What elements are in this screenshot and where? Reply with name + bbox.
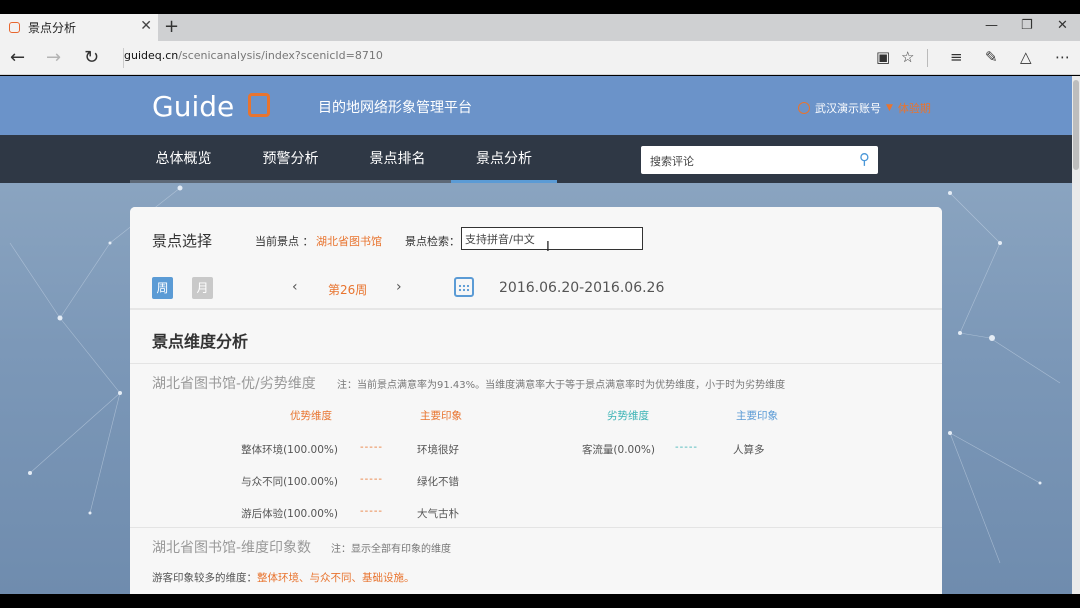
browser-tab[interactable]: 景点分析 ✕ bbox=[0, 14, 158, 41]
letterbox-top bbox=[0, 0, 1080, 14]
advantage-subtitle: 湖北省图书馆-优/劣势维度 bbox=[152, 376, 316, 392]
url-domain: guideq.cn bbox=[124, 49, 179, 62]
back-icon[interactable]: ← bbox=[10, 47, 25, 68]
favorite-star-icon[interactable]: ☆ bbox=[901, 48, 914, 66]
page-favicon-icon bbox=[9, 22, 20, 33]
disadvantage-impression-header: 主要印象 bbox=[736, 410, 778, 422]
calendar-icon[interactable] bbox=[454, 277, 474, 297]
connector-dash: ----- bbox=[360, 506, 384, 517]
letterbox-bottom bbox=[0, 594, 1080, 608]
current-scenic-label: 当前景点 ： bbox=[255, 235, 314, 248]
impression-count-subtitle: 湖北省图书馆-维度印象数 bbox=[152, 540, 312, 556]
url-path: /scenicanalysis/index?scenicId=8710 bbox=[178, 49, 383, 62]
advantage-note: 注：当前景点满意率为91.43%。当维度满意率大于等于景点满意率时为优势维度，小… bbox=[337, 380, 786, 391]
disadvantage-impression: 人算多 bbox=[733, 444, 765, 456]
advantage-impression: 大气古朴 bbox=[417, 508, 459, 520]
analysis-card: 景点选择 当前景点 ： 湖北省图书馆 景点检索： 支持拼音/中文 I 周 月 ‹… bbox=[130, 207, 942, 594]
frequent-dimensions: 游客印象较多的维度：整体环境、与众不同、基础设施。 bbox=[152, 570, 415, 585]
connector-dash: ----- bbox=[360, 474, 384, 485]
user-icon bbox=[798, 102, 810, 114]
current-scenic-value: 湖北省图书馆 bbox=[316, 235, 382, 248]
site-header: Guide 目的地网络形象管理平台 武汉演示账号 ▼ 体验期 bbox=[0, 76, 1072, 135]
restore-icon[interactable]: ❐ bbox=[1021, 18, 1033, 33]
connector-dash: ----- bbox=[360, 442, 384, 453]
frequent-dimensions-values: 整体环境、与众不同、基础设施。 bbox=[257, 572, 415, 584]
advantage-column-header: 优势维度 bbox=[290, 410, 332, 422]
next-week-button[interactable]: › bbox=[396, 279, 402, 295]
nav-warning[interactable]: 预警分析 bbox=[237, 135, 344, 183]
search-input[interactable]: 搜索评论 bbox=[650, 153, 694, 169]
scrollbar-thumb[interactable] bbox=[1073, 80, 1079, 170]
nav-scenic-analysis[interactable]: 景点分析 bbox=[451, 135, 557, 183]
comment-search[interactable]: 搜索评论 ⚲ bbox=[641, 146, 878, 174]
refresh-icon[interactable]: ↻ bbox=[84, 47, 99, 68]
section-title: 景点维度分析 bbox=[152, 332, 249, 351]
tab-close-icon[interactable]: ✕ bbox=[140, 18, 152, 34]
tab-title: 景点分析 bbox=[28, 21, 77, 35]
minimize-icon[interactable]: — bbox=[985, 18, 998, 33]
scenic-search-input[interactable]: 支持拼音/中文 bbox=[461, 227, 643, 250]
more-icon[interactable]: ⋯ bbox=[1055, 48, 1070, 66]
prev-week-button[interactable]: ‹ bbox=[292, 279, 298, 295]
reading-view-icon[interactable]: ▣ bbox=[876, 48, 890, 66]
hub-icon[interactable]: ≡ bbox=[950, 48, 963, 66]
nav-overview[interactable]: 总体概览 bbox=[130, 135, 237, 183]
mouse-ibeam-cursor: I bbox=[546, 240, 550, 255]
section-divider bbox=[130, 527, 942, 528]
address-bar: ← → ↻ guideq.cn/scenicanalysis/index?sce… bbox=[0, 41, 1080, 75]
share-icon[interactable]: △ bbox=[1020, 48, 1032, 66]
advantage-impression: 环境很好 bbox=[417, 444, 459, 456]
nav-label: 景点分析 bbox=[476, 151, 532, 167]
web-note-icon[interactable]: ✎ bbox=[985, 48, 998, 66]
new-tab-button[interactable]: + bbox=[164, 16, 179, 37]
advantage-impression-header: 主要印象 bbox=[420, 410, 462, 422]
caret-down-icon: ▼ bbox=[886, 103, 893, 113]
account-status: 体验期 bbox=[897, 102, 931, 115]
search-icon[interactable]: ⚲ bbox=[859, 150, 870, 168]
selector-title: 景点选择 bbox=[152, 232, 213, 250]
site-logo[interactable]: Guide bbox=[152, 90, 234, 123]
frequent-dimensions-label: 游客印象较多的维度： bbox=[152, 572, 257, 584]
connector-dash: ----- bbox=[675, 442, 699, 453]
nav-ranking[interactable]: 景点排名 bbox=[344, 135, 451, 183]
toolbar-separator bbox=[927, 49, 928, 67]
week-number: 第26周 bbox=[328, 283, 368, 297]
month-toggle-button[interactable]: 月 bbox=[192, 277, 213, 299]
disadvantage-column-header: 劣势维度 bbox=[607, 410, 649, 422]
disadvantage-dimension: 客流量(0.00%) bbox=[581, 444, 655, 456]
impression-count-note: 注：显示全部有印象的维度 bbox=[331, 544, 451, 555]
browser-tab-bar: 景点分析 ✕ + — ❐ ✕ bbox=[0, 14, 1080, 41]
nav-label: 景点排名 bbox=[369, 151, 426, 167]
forward-icon[interactable]: → bbox=[46, 47, 61, 68]
logo-mark-icon bbox=[248, 93, 270, 117]
advantage-impression: 绿化不错 bbox=[417, 476, 459, 488]
section-divider bbox=[130, 363, 942, 364]
account-name: 武汉演示账号 bbox=[815, 102, 881, 115]
account-menu[interactable]: 武汉演示账号 ▼ 体验期 bbox=[798, 100, 931, 116]
nav-label: 预警分析 bbox=[262, 151, 319, 167]
advantage-dimension: 游后体验(100.00%) bbox=[241, 508, 338, 520]
window-close-icon[interactable]: ✕ bbox=[1057, 18, 1068, 33]
week-toggle-button[interactable]: 周 bbox=[152, 277, 173, 299]
advantage-dimension: 与众不同(100.00%) bbox=[241, 476, 338, 488]
date-range: 2016.06.20-2016.06.26 bbox=[499, 280, 665, 296]
nav-label: 总体概览 bbox=[155, 151, 212, 167]
advantage-dimension: 整体环境(100.00%) bbox=[241, 444, 338, 456]
platform-name: 目的地网络形象管理平台 bbox=[318, 100, 472, 116]
main-nav: 总体概览 预警分析 景点排名 景点分析 搜索评论 ⚲ bbox=[0, 135, 1072, 183]
scenic-selector-panel: 景点选择 当前景点 ： 湖北省图书馆 景点检索： 支持拼音/中文 I 周 月 ‹… bbox=[130, 207, 942, 310]
url-field[interactable]: guideq.cn/scenicanalysis/index?scenicId=… bbox=[124, 49, 383, 62]
scenic-search-label: 景点检索： bbox=[405, 235, 460, 248]
